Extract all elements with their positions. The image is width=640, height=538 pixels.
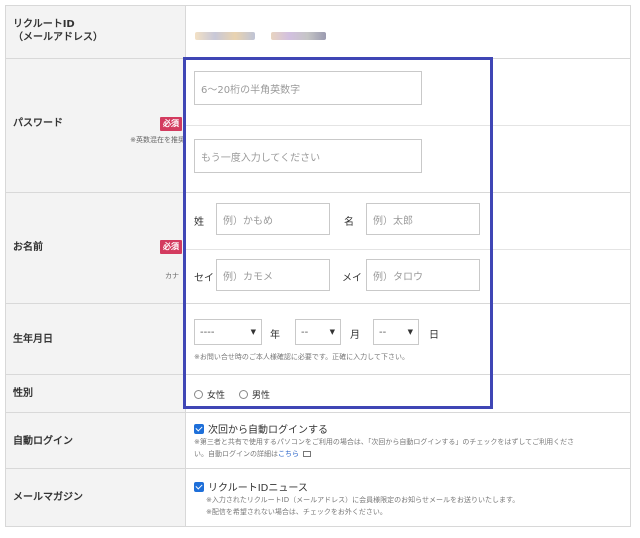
- year-select[interactable]: ---- ▼: [194, 319, 262, 345]
- row-divider: [186, 249, 630, 250]
- auto-login-row: 自動ログイン 次回から自動ログインする ※第三者と共有で使用するパソコンをご利用…: [6, 412, 630, 468]
- month-select[interactable]: -- ▼: [295, 319, 341, 345]
- password-row: パスワード 必須 ※英数混在を推奨 6〜20桁の半角英数字 もう一度入力してくだ…: [6, 58, 630, 192]
- name-row: お名前 必須 カナ 姓 例）かもめ 名 例）太郎 セイ 例）カモメ メイ 例）タ…: [6, 192, 630, 303]
- birthdate-note: ※お問い合せ時のご本人様確認に必要です。正確に入力して下さい。: [194, 353, 409, 361]
- sei-input[interactable]: 例）かもめ: [216, 203, 330, 235]
- newsletter-checkbox-label: リクルートIDニュース: [208, 483, 308, 494]
- required-badge: 必須: [160, 240, 182, 254]
- radio-circle-icon: [194, 390, 203, 399]
- recruit-id-row: リクルートID （メールアドレス）: [6, 6, 630, 58]
- password-confirm-input[interactable]: もう一度入力してください: [194, 139, 422, 173]
- mail-magazine-label: メールマガジン: [13, 492, 83, 503]
- external-window-icon: [303, 451, 312, 457]
- newsletter-checkbox[interactable]: リクルートIDニュース: [194, 479, 308, 494]
- day-unit: 日: [429, 330, 439, 341]
- chevron-down-icon: ▼: [250, 328, 256, 336]
- birthdate-label: 生年月日: [13, 334, 53, 345]
- row-divider: [186, 125, 630, 126]
- name-label-cell: お名前 必須 カナ: [6, 193, 186, 303]
- mei-kana-label: メイ: [342, 273, 362, 284]
- gender-value: 女性 男性: [186, 375, 630, 412]
- auto-login-label-cell: 自動ログイン: [6, 413, 186, 468]
- mail-magazine-label-cell: メールマガジン: [6, 469, 186, 526]
- day-select-value: --: [379, 326, 387, 338]
- gender-row: 性別 女性 男性: [6, 374, 630, 412]
- auto-login-note-text: い。自動ログインの詳細は: [194, 450, 278, 458]
- sei-label: 姓: [194, 217, 204, 228]
- month-select-value: --: [301, 326, 309, 338]
- password-value: 6〜20桁の半角英数字 もう一度入力してください: [186, 59, 630, 192]
- year-unit: 年: [270, 330, 280, 341]
- checkbox-checked-icon: [194, 423, 204, 434]
- auto-login-note-line1: ※第三者と共有で使用するパソコンをご利用の場合は、「次回から自動ログインする」の…: [194, 438, 575, 446]
- gender-option-female[interactable]: 女性: [194, 388, 225, 401]
- gender-option-label: 男性: [252, 391, 271, 401]
- mei-label: 名: [344, 217, 354, 228]
- gender-option-male[interactable]: 男性: [239, 388, 270, 401]
- mei-kana-input[interactable]: 例）タロウ: [366, 259, 480, 291]
- sei-kana-label: セイ: [194, 273, 214, 284]
- auto-login-value: 次回から自動ログインする ※第三者と共有で使用するパソコンをご利用の場合は、「次…: [186, 413, 630, 468]
- gender-label: 性別: [13, 388, 33, 399]
- chevron-down-icon: ▼: [407, 328, 413, 336]
- gender-label-cell: 性別: [6, 375, 186, 412]
- auto-login-checkbox[interactable]: 次回から自動ログインする: [194, 421, 328, 436]
- mail-magazine-value: リクルートIDニュース ※入力されたリクルートID（メールアドレス）に会員様限定…: [186, 469, 630, 526]
- registration-form: リクルートID （メールアドレス） パスワード 必須 ※英数混在を推奨 6〜20…: [5, 5, 631, 527]
- recruit-id-blurred-part1: [195, 32, 255, 40]
- name-label: お名前: [13, 242, 43, 253]
- password-note: ※英数混在を推奨: [130, 136, 185, 144]
- month-unit: 月: [350, 330, 360, 341]
- password-label: パスワード: [13, 118, 63, 129]
- kana-label: カナ: [165, 272, 179, 280]
- birthdate-label-cell: 生年月日: [6, 304, 186, 374]
- checkbox-checked-icon: [194, 481, 204, 492]
- chevron-down-icon: ▼: [329, 328, 335, 336]
- recruit-id-value: [186, 6, 630, 58]
- required-badge: 必須: [160, 117, 182, 131]
- password-label-cell: パスワード 必須 ※英数混在を推奨: [6, 59, 186, 192]
- recruit-id-label: リクルートID （メールアドレス）: [13, 19, 103, 43]
- day-select[interactable]: -- ▼: [373, 319, 419, 345]
- recruit-id-label-cell: リクルートID （メールアドレス）: [6, 6, 186, 58]
- mail-magazine-row: メールマガジン リクルートIDニュース ※入力されたリクルートID（メールアドレ…: [6, 468, 630, 526]
- mei-input[interactable]: 例）太郎: [366, 203, 480, 235]
- name-value: 姓 例）かもめ 名 例）太郎 セイ 例）カモメ メイ 例）タロウ: [186, 193, 630, 303]
- auto-login-label: 自動ログイン: [13, 436, 73, 447]
- birthdate-value: ---- ▼ 年 -- ▼ 月 -- ▼ 日 ※お問い合せ時のご本人様確認に必要…: [186, 304, 630, 374]
- auto-login-detail-link[interactable]: こちら: [278, 450, 299, 458]
- birthdate-row: 生年月日 ---- ▼ 年 -- ▼ 月 -- ▼ 日 ※お問い合せ時のご本人様…: [6, 303, 630, 374]
- year-select-value: ----: [200, 326, 215, 338]
- newsletter-note-line2: ※配信を希望されない場合は、チェックをお外ください。: [206, 508, 387, 516]
- password-input[interactable]: 6〜20桁の半角英数字: [194, 71, 422, 105]
- auto-login-note-line2: い。自動ログインの詳細はこちら: [194, 449, 312, 459]
- gender-option-label: 女性: [207, 391, 226, 401]
- sei-kana-input[interactable]: 例）カモメ: [216, 259, 330, 291]
- recruit-id-blurred-part2: [271, 32, 326, 40]
- auto-login-checkbox-label: 次回から自動ログインする: [208, 425, 328, 436]
- newsletter-note-line1: ※入力されたリクルートID（メールアドレス）に会員様限定のお知らせメールをお送り…: [206, 496, 520, 504]
- radio-circle-icon: [239, 390, 248, 399]
